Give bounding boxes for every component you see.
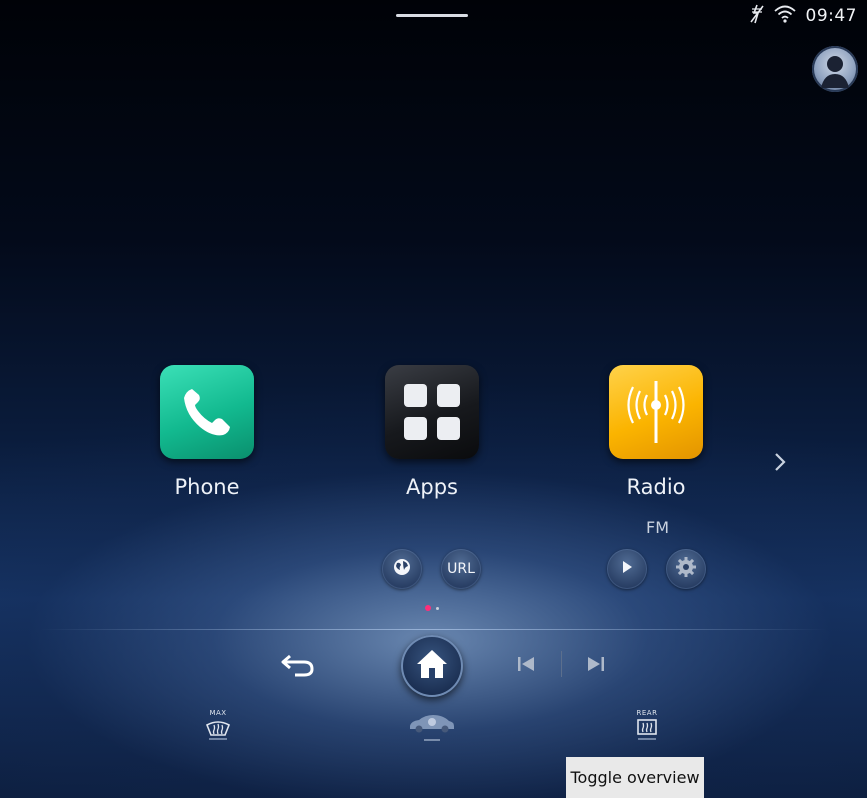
rear-defrost-label: REAR — [636, 709, 658, 717]
page-indicator — [425, 605, 439, 611]
app-label-apps: Apps — [406, 475, 458, 499]
radio-play-button[interactable] — [607, 549, 647, 589]
url-button[interactable]: URL — [441, 549, 481, 589]
rear-defrost-button[interactable]: REAR — [632, 709, 662, 745]
tooltip-text: Toggle overview — [570, 768, 700, 787]
rear-defrost-icon — [632, 719, 662, 745]
play-icon — [620, 560, 634, 578]
wifi-icon — [773, 5, 796, 27]
phone-icon[interactable] — [160, 365, 254, 459]
skip-previous-icon — [515, 657, 537, 678]
app-tile-apps[interactable]: Apps — [362, 365, 502, 499]
divider — [40, 629, 827, 630]
skip-next-button[interactable] — [585, 654, 607, 678]
clock: 09:47 — [805, 6, 857, 26]
app-tile-radio[interactable]: Radio — [586, 365, 726, 499]
front-defrost-button[interactable]: MAX — [203, 709, 233, 745]
no-location-icon — [749, 4, 764, 28]
radio-band-label: FM — [646, 518, 670, 537]
page-dot-active — [425, 605, 431, 611]
back-button[interactable] — [280, 652, 316, 682]
drag-handle[interactable] — [396, 14, 468, 17]
tooltip: Toggle overview — [566, 757, 704, 798]
front-defrost-icon — [203, 721, 233, 745]
url-button-label: URL — [447, 561, 475, 577]
app-label-radio: Radio — [626, 475, 686, 499]
gear-icon — [675, 556, 697, 582]
car-overview-button[interactable] — [407, 710, 457, 746]
app-tile-phone[interactable]: Phone — [137, 365, 277, 499]
front-defrost-label: MAX — [209, 709, 227, 717]
globe-button[interactable] — [382, 549, 422, 589]
user-avatar-icon[interactable] — [812, 46, 858, 92]
nav-separator — [561, 651, 562, 677]
back-arrow-icon — [280, 654, 316, 682]
page-dot — [436, 606, 439, 610]
chevron-right-icon[interactable] — [772, 451, 788, 477]
skip-next-icon — [585, 657, 607, 678]
radio-settings-button[interactable] — [666, 549, 706, 589]
home-icon — [415, 648, 449, 684]
car-icon — [407, 715, 457, 746]
grid-icon[interactable] — [385, 365, 479, 459]
home-button[interactable] — [401, 635, 463, 697]
app-label-phone: Phone — [174, 475, 240, 499]
globe-icon — [392, 557, 412, 581]
antenna-icon[interactable] — [609, 365, 703, 459]
skip-previous-button[interactable] — [515, 654, 537, 678]
status-bar: 09:47 — [749, 4, 858, 28]
